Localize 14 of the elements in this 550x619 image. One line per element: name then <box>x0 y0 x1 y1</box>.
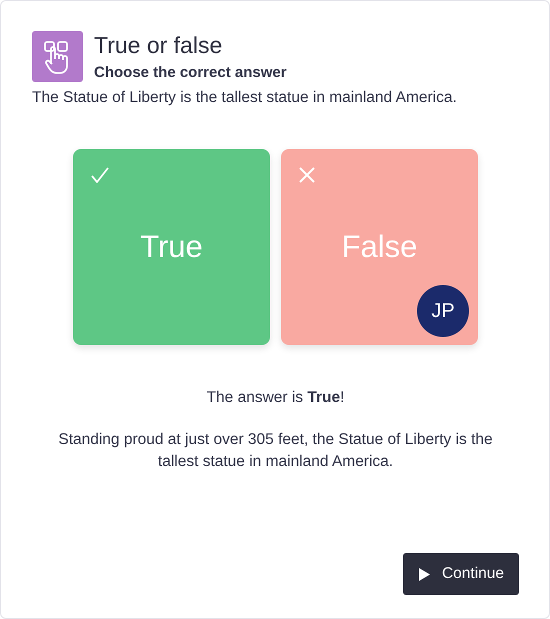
quiz-title: True or false <box>94 32 224 59</box>
result-text: The answer is True! <box>206 389 346 407</box>
continue-button[interactable]: Continue <box>402 553 519 595</box>
explanation-text: Standing proud at just over 305 feet, the Statue of Liberty is the tallest statue in mainland America. <box>57 430 494 472</box>
close-icon <box>299 167 315 183</box>
check-icon <box>91 167 109 183</box>
play-icon <box>418 568 430 580</box>
question-text: The Statue of Liberty is the tallest statue in mainland America. <box>32 89 458 107</box>
user-avatar: JP <box>417 285 469 337</box>
quiz-subtitle: Choose the correct answer <box>94 64 287 81</box>
answer-card[interactable]: False JP <box>281 149 478 345</box>
answer-label: False <box>342 229 418 265</box>
answer-label: True <box>140 229 203 265</box>
tap-icon <box>32 31 83 82</box>
